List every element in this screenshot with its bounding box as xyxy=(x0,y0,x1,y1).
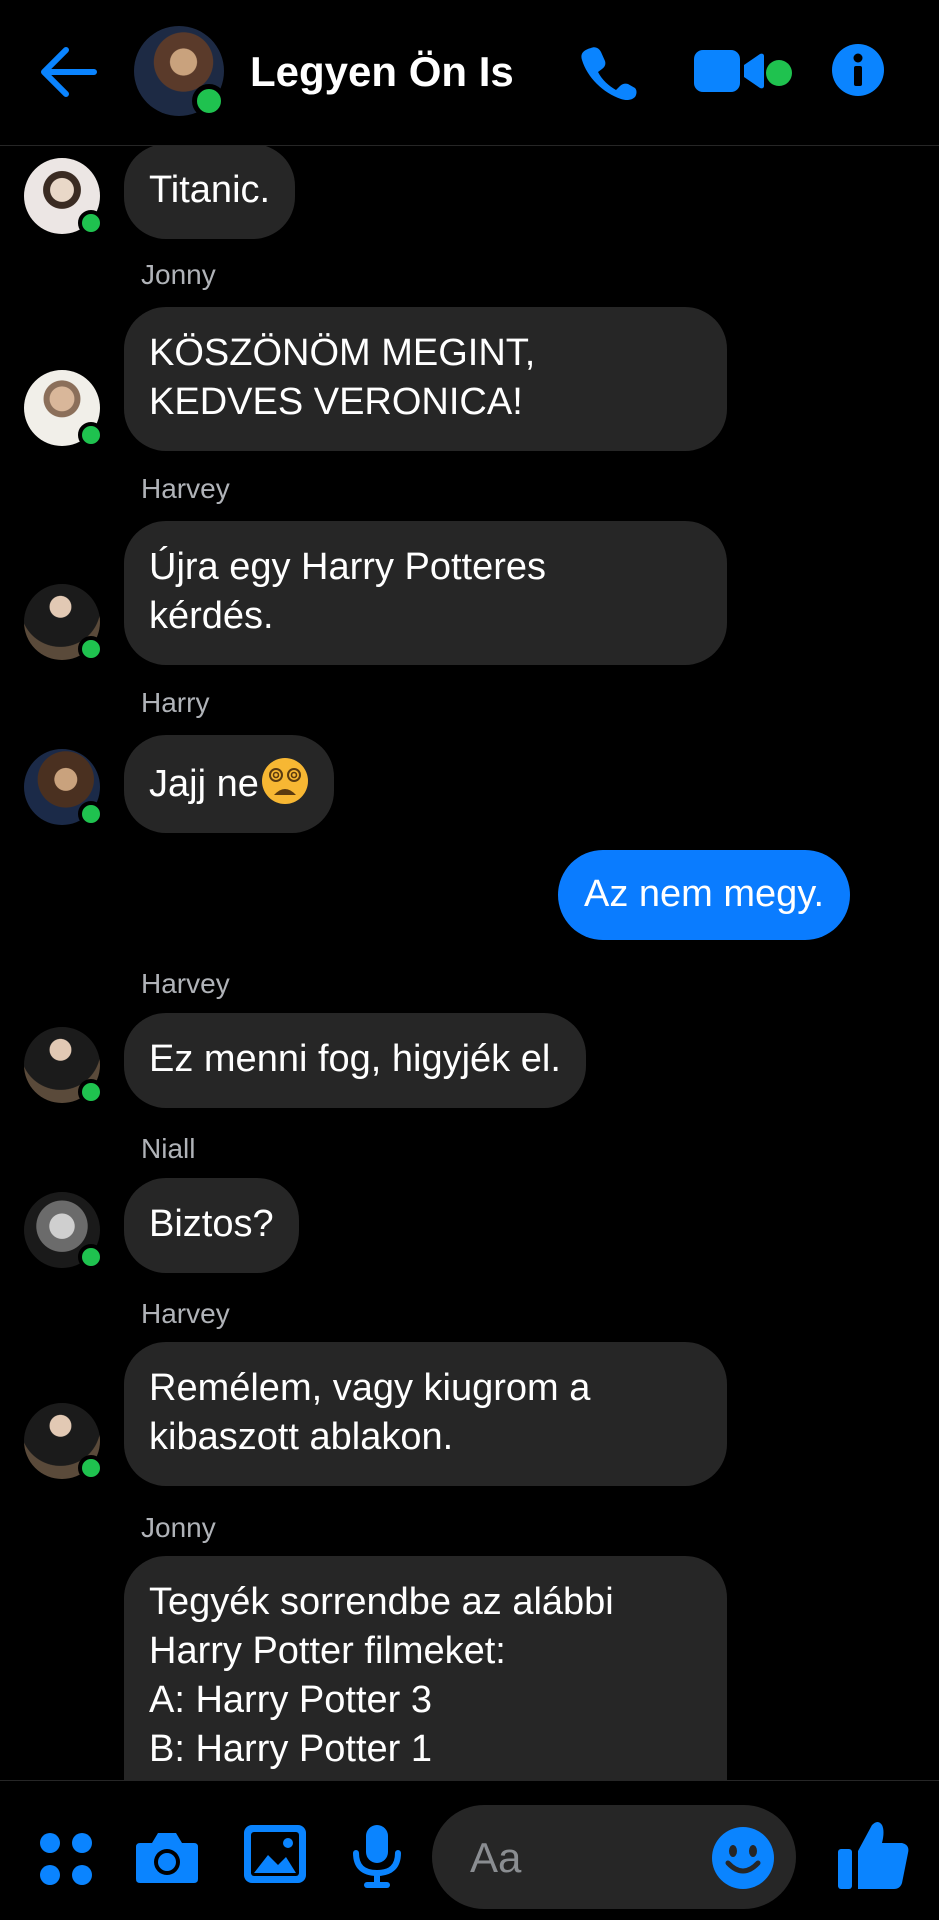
sender-name: Jonny xyxy=(141,259,216,290)
message-input[interactable] xyxy=(468,1831,712,1885)
message-text: Remélem, vagy kiugrom a xyxy=(149,1367,591,1409)
gallery-button[interactable] xyxy=(244,1825,306,1883)
message-bubble[interactable]: Titanic. xyxy=(124,146,296,239)
call-button[interactable] xyxy=(577,44,637,100)
video-camera-icon xyxy=(694,50,764,92)
message-text: A: Harry Potter 3 xyxy=(149,1679,432,1721)
more-actions-button[interactable] xyxy=(38,1831,94,1887)
sender-name: Harvey xyxy=(141,1298,230,1329)
message-text: Biztos? xyxy=(149,1203,274,1245)
video-call-button[interactable] xyxy=(694,48,764,94)
like-button[interactable] xyxy=(838,1819,910,1891)
message-text: Ez menni fog, higyjék el. xyxy=(149,1038,561,1080)
sender-name: Harry xyxy=(141,687,210,718)
chat-header: Legyen Ön Is xyxy=(0,0,939,146)
message-bubble[interactable]: Ez menni fog, higyjék el. xyxy=(124,1013,586,1108)
sender-name: Harvey xyxy=(141,473,230,504)
dizzy-face-emoji xyxy=(261,758,308,804)
active-call-indicator xyxy=(766,60,792,86)
voice-message-button[interactable] xyxy=(352,1825,402,1889)
outgoing-message-bubble[interactable]: Az nem megy. xyxy=(558,850,851,940)
message-bubble[interactable]: Újra egy Harry Potteres kérdés. xyxy=(124,521,727,665)
message-bubble[interactable]: Jajj ne xyxy=(124,735,334,833)
niall-avatar[interactable] xyxy=(24,1192,104,1270)
emoji-button[interactable] xyxy=(712,1827,774,1889)
message-text: Jajj ne xyxy=(149,757,309,809)
message-text: KÖSZÖNÖM MEGINT, xyxy=(149,332,536,374)
online-indicator xyxy=(78,210,104,236)
message-text: Harry Potter filmeket: xyxy=(149,1630,506,1672)
message-bubble[interactable]: Remélem, vagy kiugrom a kibaszott ablako… xyxy=(124,1342,727,1486)
phone-icon xyxy=(581,47,637,100)
online-indicator xyxy=(78,1244,104,1270)
online-indicator xyxy=(78,1455,104,1481)
online-indicator xyxy=(78,422,104,448)
message-bubble[interactable]: KÖSZÖNÖM MEGINT, KEDVES VERONICA! xyxy=(124,307,727,451)
message-text: Tegyék sorrendbe az alábbi xyxy=(149,1581,614,1623)
info-icon xyxy=(832,44,884,96)
info-button[interactable] xyxy=(832,44,884,96)
four-dots-icon xyxy=(40,1833,92,1885)
message-text: B: Harry Potter 1 xyxy=(149,1728,432,1770)
message-bubble[interactable]: Tegyék sorrendbe az alábbi Harry Potter … xyxy=(124,1556,727,1780)
jonny-avatar[interactable] xyxy=(24,370,104,448)
harvey-avatar[interactable] xyxy=(24,584,104,662)
image-icon xyxy=(244,1825,306,1883)
group-avatar[interactable] xyxy=(134,26,226,118)
camera-icon xyxy=(136,1833,198,1883)
message-text: kérdés. xyxy=(149,595,274,637)
message-text: Titanic. xyxy=(149,169,271,211)
message-text: KEDVES VERONICA! xyxy=(149,381,523,423)
message-text: Az nem megy. xyxy=(584,873,825,915)
chat-title[interactable]: Legyen Ön Is xyxy=(250,48,514,96)
arrow-left-icon xyxy=(41,47,97,97)
online-indicator xyxy=(78,801,104,827)
harvey-avatar[interactable] xyxy=(24,1027,104,1105)
online-indicator xyxy=(78,636,104,662)
harvey-avatar[interactable] xyxy=(24,1403,104,1481)
woman-avatar[interactable] xyxy=(24,158,104,236)
microphone-icon xyxy=(353,1825,401,1888)
message-text: Újra egy Harry Potteres xyxy=(149,546,547,588)
message-input-container[interactable] xyxy=(432,1805,796,1909)
harry-avatar[interactable] xyxy=(24,749,104,827)
message-bubble[interactable]: Biztos? xyxy=(124,1178,299,1273)
sender-name: Niall xyxy=(141,1133,196,1164)
thumbs-up-icon xyxy=(838,1822,909,1889)
online-indicator xyxy=(192,84,226,118)
message-text-content: Jajj ne xyxy=(149,763,259,805)
composer-bar xyxy=(0,1780,939,1920)
smiley-icon xyxy=(712,1827,774,1889)
message-list[interactable]: Titanic. Jonny KÖSZÖNÖM MEGINT, KEDVES V… xyxy=(0,146,939,1780)
online-indicator xyxy=(78,1079,104,1105)
camera-button[interactable] xyxy=(136,1829,198,1883)
sender-name: Jonny xyxy=(141,1512,216,1543)
sender-name: Harvey xyxy=(141,968,230,999)
message-text: kibaszott ablakon. xyxy=(149,1416,454,1458)
back-button[interactable] xyxy=(36,44,100,100)
